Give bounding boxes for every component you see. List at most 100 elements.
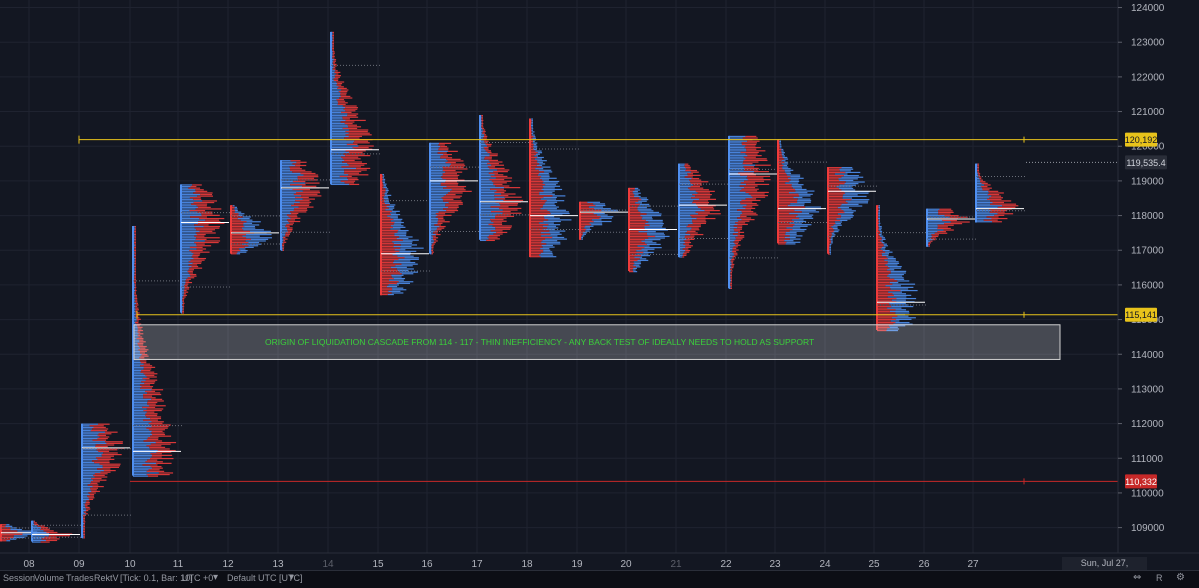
- profile-bar: [83, 537, 85, 539]
- profile-bar: [133, 437, 148, 439]
- profile-bar: [530, 252, 541, 255]
- profile-bar: [133, 408, 147, 410]
- profile-bar: [381, 268, 397, 270]
- time-tick-label: 19: [571, 559, 583, 570]
- profile-bar: [430, 189, 452, 191]
- profile-bar: [181, 198, 194, 200]
- profile-bar: [543, 190, 555, 192]
- profile-bar: [877, 281, 890, 284]
- profile-bar: [878, 205, 880, 207]
- profile-bar: [737, 227, 743, 229]
- profile-bar: [729, 137, 743, 139]
- profile-bar: [679, 173, 688, 175]
- profile-bar: [840, 219, 848, 222]
- chevron-down-icon[interactable]: ▾: [289, 572, 294, 583]
- profile-bar: [679, 198, 700, 200]
- profile-bar: [997, 213, 1014, 215]
- profile-bar: [927, 227, 938, 230]
- profile-bar: [381, 218, 394, 220]
- profile-bar: [530, 241, 542, 243]
- profile-bar: [483, 129, 486, 131]
- profile-bar: [158, 472, 174, 474]
- profile-bar: [739, 185, 758, 187]
- profile-bar: [181, 235, 195, 237]
- rektv-toggle[interactable]: RektV: [94, 573, 119, 583]
- profile-bar: [938, 211, 954, 214]
- profile-bar: [785, 243, 796, 245]
- profile-bar: [878, 233, 882, 236]
- timezone-offset-select[interactable]: UTC +0: [182, 573, 213, 583]
- profile-bar: [381, 233, 395, 235]
- profile-bar: [483, 134, 487, 136]
- profile-bar: [730, 276, 732, 278]
- profile-bar: [548, 224, 561, 226]
- profile-bar: [231, 240, 246, 242]
- settings-gear-icon[interactable]: ⚙: [1176, 572, 1185, 583]
- profile-bar: [145, 414, 158, 416]
- profile-bar: [199, 217, 225, 220]
- profile-bar: [679, 225, 687, 228]
- profile-bar: [92, 485, 104, 488]
- profile-bar: [331, 92, 341, 94]
- reset-scale-button[interactable]: R: [1156, 573, 1163, 583]
- profile-bar: [580, 214, 597, 216]
- profile-bar: [484, 140, 489, 142]
- profile-bar: [830, 237, 833, 239]
- profile-bar: [290, 211, 307, 213]
- profile-bar: [133, 475, 149, 477]
- profile-bar: [83, 532, 85, 534]
- profile-bar: [445, 171, 463, 173]
- profile-bar: [336, 99, 344, 101]
- profile-bar: [441, 197, 461, 199]
- profile-bar: [147, 437, 159, 439]
- profile-bar: [82, 498, 90, 500]
- profile-bar: [295, 200, 310, 202]
- profile-bar: [342, 118, 350, 120]
- profile-bar: [234, 208, 238, 210]
- profile-bar: [331, 108, 344, 110]
- profile-bar: [82, 449, 97, 451]
- profile-bar: [88, 497, 95, 499]
- expand-arrows-icon[interactable]: ⇔: [1133, 572, 1141, 583]
- price-tick-label: 117000: [1131, 246, 1164, 257]
- profile-bar: [838, 187, 854, 190]
- chart-area[interactable]: ORIGIN OF LIQUIDATION CASCADE FROM 114 -…: [0, 0, 1199, 587]
- profile-bar: [745, 135, 757, 138]
- profile-bar: [790, 179, 799, 181]
- profile-bar: [181, 237, 197, 239]
- profile-bar: [541, 241, 561, 243]
- volume-profile-chart[interactable]: ORIGIN OF LIQUIDATION CASCADE FROM 114 -…: [0, 0, 1199, 570]
- time-tick-label: 21: [670, 559, 682, 570]
- chevron-down-icon[interactable]: ▾: [213, 572, 218, 583]
- profile-bar: [890, 304, 909, 306]
- trades-toggle[interactable]: Trades: [66, 573, 94, 583]
- profile-bar: [844, 183, 859, 185]
- session-toggle[interactable]: Session: [3, 573, 35, 583]
- profile-bar: [534, 155, 539, 157]
- profile-bar: [977, 169, 979, 172]
- profile-bar: [729, 150, 747, 152]
- profile-bar: [480, 212, 503, 214]
- profile-bar: [95, 445, 108, 448]
- profile-bar: [542, 182, 558, 184]
- profile-bar: [480, 235, 489, 237]
- profile-bar: [690, 229, 700, 231]
- profile-bar: [430, 205, 446, 207]
- profile-bar: [381, 257, 405, 259]
- profile-bar: [281, 169, 291, 171]
- profile-bar: [679, 200, 694, 202]
- profile-bar: [231, 222, 244, 224]
- profile-bar: [782, 168, 791, 170]
- profile-bar: [843, 210, 856, 212]
- profile-bar: [345, 119, 366, 122]
- profile-bar: [331, 105, 343, 107]
- profile-bar: [600, 216, 614, 218]
- profile-bar: [938, 210, 953, 212]
- profile-bar: [146, 473, 170, 476]
- profile-bar: [887, 257, 896, 260]
- volume-toggle[interactable]: Volume: [34, 573, 64, 583]
- profile-bar: [696, 217, 716, 220]
- profile-bar: [744, 167, 759, 170]
- profile-bar: [133, 363, 144, 365]
- profile-bar: [237, 251, 247, 253]
